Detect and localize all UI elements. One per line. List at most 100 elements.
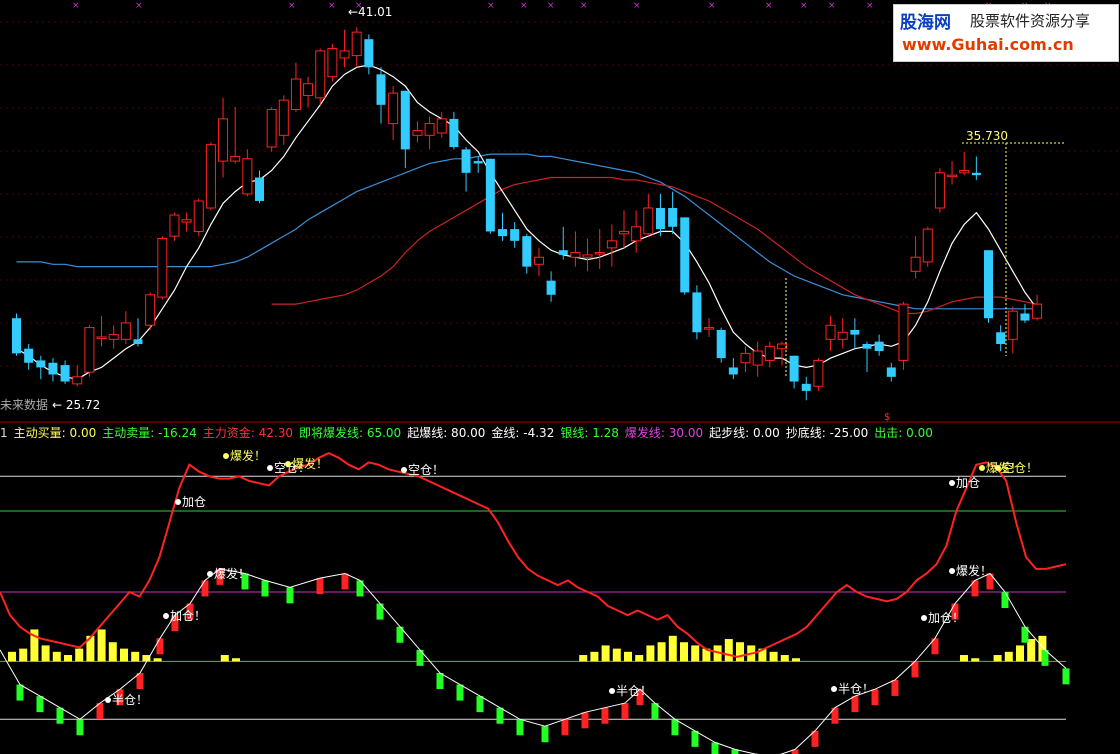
volume-bar xyxy=(668,635,677,662)
volume-bar xyxy=(724,639,733,662)
volume-bar xyxy=(993,655,1002,662)
candle-body xyxy=(752,350,763,366)
signal-label: 爆发！ xyxy=(230,448,266,463)
signal-label: 加仓！ xyxy=(170,609,206,623)
watermark-brand: 股海网 xyxy=(900,13,951,33)
candle-body xyxy=(498,229,507,237)
candle-body xyxy=(424,123,435,136)
candle-body xyxy=(108,334,119,340)
volume-bar xyxy=(8,651,16,662)
candle-body xyxy=(996,332,1006,344)
signal-label: 半仓！ xyxy=(838,682,874,696)
candle-body xyxy=(558,250,568,255)
candle-body xyxy=(789,355,799,382)
signal-marker: × xyxy=(547,1,555,11)
signal-dot xyxy=(401,467,407,473)
volume-bar xyxy=(1004,651,1013,662)
signal-label: 半仓！ xyxy=(616,684,652,698)
header-item: 主动卖量: -16.24 xyxy=(102,426,197,440)
candle-body xyxy=(48,362,58,375)
header-item: 1 xyxy=(0,426,8,440)
header-item: 即将爆发线: 65.00 xyxy=(298,426,402,440)
indicator-header: 1 主动买量: 0.00 主动卖量: -16.24 主力资金: 42.30 即将爆发线:… xyxy=(0,424,939,442)
header-item: 起步线: 0.00 xyxy=(709,426,780,440)
candle-body xyxy=(934,172,945,209)
candle-body xyxy=(862,344,872,349)
candle-body xyxy=(898,303,909,361)
candle-body xyxy=(12,318,21,354)
signal-label: 爆发！ xyxy=(956,563,992,578)
signal-dot xyxy=(105,697,111,703)
signal-label: 加仓！ xyxy=(928,611,964,625)
signal-dot xyxy=(995,465,1001,471)
volume-bar xyxy=(657,642,666,662)
signal-marker: × xyxy=(135,1,143,11)
candle-body xyxy=(351,31,362,57)
candle-body xyxy=(327,48,338,78)
volume-bar xyxy=(960,655,968,662)
candle-body xyxy=(290,78,301,111)
candle-body xyxy=(24,348,34,363)
candle-body xyxy=(655,208,665,230)
signal-dot xyxy=(921,615,927,621)
signal-label: 空仓！ xyxy=(1002,461,1038,475)
signal-label: 加仓 xyxy=(956,476,980,490)
candle-body xyxy=(205,144,216,209)
candle-body xyxy=(84,327,95,373)
volume-bar xyxy=(41,645,50,662)
candle-body xyxy=(120,322,131,340)
stock-chart: ←41.01未来数据 ← 25.7235.730 爆发！空仓！爆发！ 空仓！加仓爆发… xyxy=(0,1,1120,754)
candle-body xyxy=(364,39,374,68)
candle-body xyxy=(874,341,884,352)
candle-body xyxy=(910,256,921,272)
volume-bar xyxy=(769,651,778,662)
header-item: 金线: -4.32 xyxy=(491,426,555,440)
volume-bar xyxy=(120,648,128,662)
candle-body xyxy=(60,365,70,382)
signal-dot xyxy=(175,499,181,505)
candle-body xyxy=(619,230,629,235)
candle-body xyxy=(181,219,192,223)
candle-body xyxy=(643,207,654,235)
indicator-bars xyxy=(8,629,1047,662)
candle-body xyxy=(533,256,544,265)
candle-body xyxy=(96,336,107,339)
volume-bar xyxy=(680,642,688,662)
candle-body xyxy=(668,208,678,227)
volume-bar xyxy=(579,655,588,662)
volume-bar xyxy=(646,645,655,662)
volume-bar xyxy=(635,655,644,662)
candle-body xyxy=(813,359,824,387)
signal-marker: × xyxy=(328,1,336,11)
volume-bar xyxy=(1016,645,1024,662)
candle-body xyxy=(449,118,459,148)
volume-bar xyxy=(19,648,28,662)
volume-bar xyxy=(736,642,744,662)
candle-body xyxy=(680,217,690,293)
candle-body xyxy=(704,327,715,330)
candle-body xyxy=(230,155,241,162)
indicator-lines xyxy=(0,451,1070,754)
candle-body xyxy=(1032,303,1043,319)
signal-dot xyxy=(163,613,169,619)
volume-bar xyxy=(780,655,789,662)
sell-marker: $ xyxy=(884,412,890,423)
signal-label: 空仓！ xyxy=(408,463,444,477)
signal-dot xyxy=(979,465,985,471)
candle-body xyxy=(522,236,532,267)
candle-body xyxy=(510,229,520,241)
candle-body xyxy=(485,158,495,232)
signal-marker: × xyxy=(487,1,495,11)
candle-body xyxy=(303,83,314,96)
signal-dot xyxy=(949,480,955,486)
volume-bar xyxy=(131,651,140,662)
main-force-line xyxy=(0,451,1067,658)
signal-marker: × xyxy=(765,1,773,11)
candle-body xyxy=(728,367,738,375)
ma-mid-line xyxy=(271,176,1038,315)
candle-body xyxy=(971,172,981,176)
volume-bar xyxy=(153,658,162,662)
candle-body xyxy=(36,360,46,368)
signal-marker: × xyxy=(72,1,80,11)
volume-bar xyxy=(75,648,84,662)
